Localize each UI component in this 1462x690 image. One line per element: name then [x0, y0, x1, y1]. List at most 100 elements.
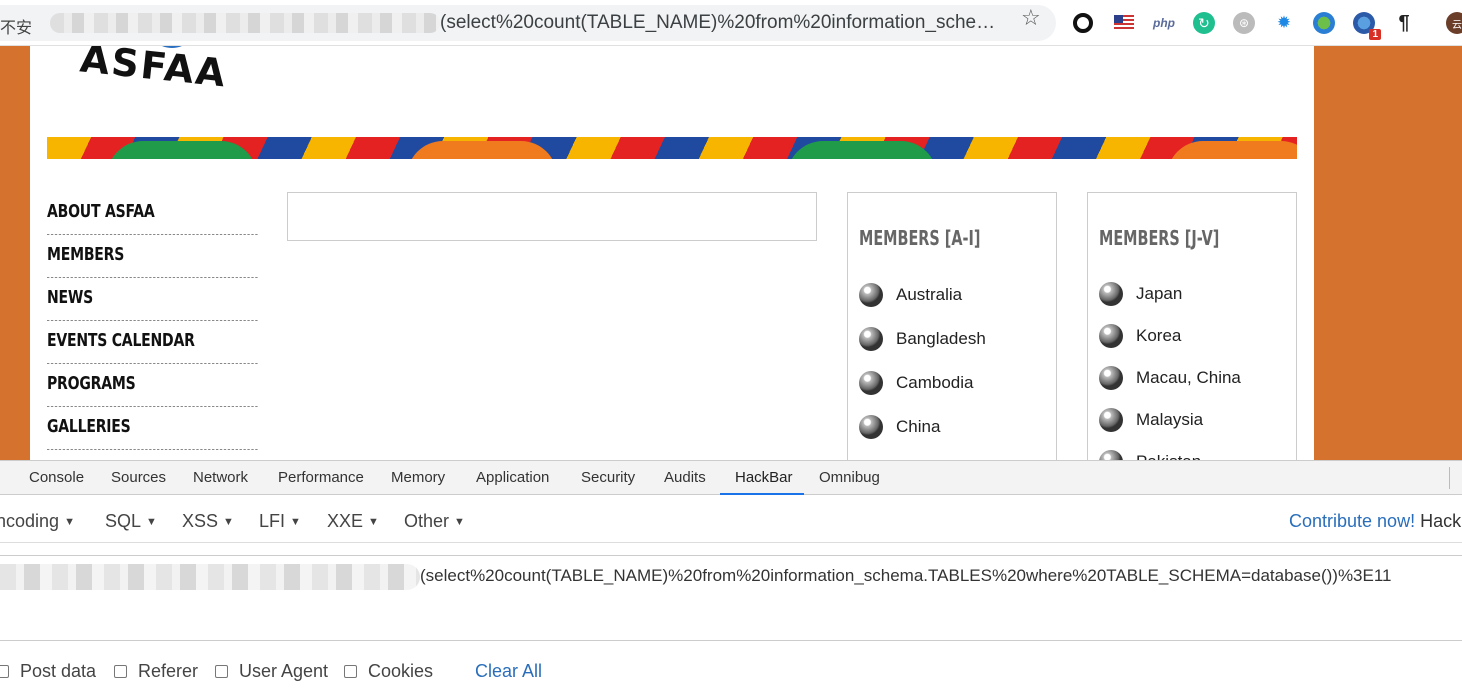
php-icon[interactable]: php [1153, 12, 1175, 34]
banner-arc [407, 141, 557, 159]
globe-icon [1099, 324, 1123, 348]
hackbar-brand: HackB [1420, 511, 1462, 531]
security-indicator[interactable]: 不安 [0, 14, 32, 38]
member-name: Australia [896, 285, 963, 304]
address-bar[interactable]: 不安 (select%20count(TABLE_NAME)%20from%20… [0, 5, 1056, 41]
banner-arc [1167, 141, 1297, 159]
member-link[interactable]: Japan [1099, 282, 1182, 306]
member-name: Bangladesh [896, 329, 986, 348]
members-a-i-panel: MEMBERS [A-I] Australia Bangladesh Cambo… [847, 192, 1057, 460]
tab-security[interactable]: Security [571, 461, 645, 495]
checkbox[interactable] [344, 665, 357, 678]
checkbox[interactable] [0, 665, 9, 678]
member-link[interactable]: China [859, 415, 940, 439]
tab-audits[interactable]: Audits [654, 461, 716, 495]
tab-sources[interactable]: Sources [101, 461, 176, 495]
xss-menu[interactable]: XSS ▼ [182, 511, 234, 532]
hackbar-url-field[interactable]: (select%20count(TABLE_NAME)%20from%20inf… [0, 555, 1462, 641]
contribute-area: Contribute now! HackB [1289, 511, 1462, 532]
chevron-down-icon: ▼ [64, 516, 75, 528]
earth-icon[interactable] [1313, 12, 1335, 34]
decorative-banner [47, 137, 1297, 159]
webpage: ASFAA ABOUT ASFAA MEMBERS NEWS EVENTS CA… [0, 46, 1462, 460]
tab-omnibug[interactable]: Omnibug [809, 461, 890, 495]
browser-toolbar: 不安 (select%20count(TABLE_NAME)%20from%20… [0, 0, 1462, 46]
cookies-label: Cookies [368, 661, 434, 681]
devtools-tabs: Console Sources Network Performance Memo… [0, 461, 1462, 495]
nav-item-programs[interactable]: PROGRAMS [47, 364, 258, 407]
member-link[interactable]: Cambodia [859, 371, 974, 395]
xxe-menu[interactable]: XXE ▼ [327, 511, 379, 532]
main-nav: ABOUT ASFAA MEMBERS NEWS EVENTS CALENDAR… [47, 192, 258, 450]
encoding-menu[interactable]: ncoding ▼ [0, 511, 75, 532]
member-name: Cambodia [896, 373, 974, 392]
tabs-divider [1449, 467, 1450, 489]
member-link[interactable]: Pakistan [1099, 450, 1201, 460]
member-name: Pakistan [1136, 452, 1201, 460]
referer-label: Referer [138, 661, 199, 681]
member-name: China [896, 417, 941, 436]
checkbox[interactable] [215, 665, 228, 678]
chevron-down-icon: ▼ [146, 516, 157, 528]
globe-badge-icon[interactable]: 1 [1353, 12, 1381, 40]
nav-item-news[interactable]: NEWS [47, 278, 258, 321]
post-data-label: Post data [20, 661, 97, 681]
tab-application[interactable]: Application [466, 461, 559, 495]
hackbar-options: Post data Referer User Agent Cookies Cle… [0, 661, 1462, 685]
other-menu[interactable]: Other ▼ [404, 511, 465, 532]
content-search-box[interactable] [287, 192, 817, 241]
asfaa-logo[interactable]: ASFAA [75, 46, 265, 92]
tab-hackbar[interactable]: HackBar [720, 461, 804, 495]
chevron-down-icon: ▼ [454, 516, 465, 528]
tab-console[interactable]: Console [19, 461, 94, 495]
hackbar-toolbar: ncoding ▼ SQL ▼ XSS ▼ LFI ▼ XXE ▼ Other ▼ Cont… [0, 501, 1462, 543]
xss-menu-label: XSS [182, 511, 219, 531]
xxe-menu-label: XXE [327, 511, 364, 531]
gray-globe-icon[interactable]: ⊛ [1233, 12, 1255, 34]
avatar-icon[interactable]: 云 [1446, 12, 1462, 34]
user-agent-checkbox[interactable]: User Agent [215, 661, 328, 682]
extension-badge: 1 [1369, 29, 1381, 40]
post-data-checkbox[interactable]: Post data [0, 661, 96, 682]
bookmark-star-icon[interactable]: ☆ [1021, 5, 1041, 31]
tab-memory[interactable]: Memory [381, 461, 455, 495]
cookies-checkbox[interactable]: Cookies [344, 661, 433, 682]
chevron-down-icon: ▼ [290, 516, 301, 528]
globe-icon [859, 415, 883, 439]
other-menu-label: Other [404, 511, 450, 531]
member-link[interactable]: Macau, China [1099, 366, 1241, 390]
nav-item-members[interactable]: MEMBERS [47, 235, 258, 278]
member-link[interactable]: Australia [859, 283, 962, 307]
nav-item-events[interactable]: EVENTS CALENDAR [47, 321, 258, 364]
hackbar-url-text[interactable]: (select%20count(TABLE_NAME)%20from%20inf… [420, 566, 1392, 586]
clear-all-link[interactable]: Clear All [475, 661, 542, 682]
redacted-url-segment [0, 564, 420, 590]
member-link[interactable]: Malaysia [1099, 408, 1203, 432]
pilcrow-icon[interactable]: ¶ [1393, 12, 1415, 34]
members-a-i-title: MEMBERS [A-I] [859, 226, 981, 250]
globe-icon [859, 283, 883, 307]
nav-item-about[interactable]: ABOUT ASFAA [47, 192, 258, 235]
member-link[interactable]: Bangladesh [859, 327, 986, 351]
banner-arc [107, 141, 257, 159]
lfi-menu-label: LFI [259, 511, 286, 531]
chevron-down-icon: ▼ [368, 516, 379, 528]
record-icon[interactable] [1072, 12, 1094, 34]
member-link[interactable]: Korea [1099, 324, 1181, 348]
checkbox[interactable] [114, 665, 127, 678]
sql-menu[interactable]: SQL ▼ [105, 511, 157, 532]
bug-icon[interactable]: ✹ [1273, 12, 1295, 34]
nav-item-galleries[interactable]: GALLERIES [47, 407, 258, 450]
contribute-link[interactable]: Contribute now! [1289, 511, 1415, 531]
refresh-green-icon[interactable]: ↻ [1193, 12, 1215, 34]
redacted-url-segment [50, 13, 440, 33]
lfi-menu[interactable]: LFI ▼ [259, 511, 301, 532]
globe-icon [1099, 408, 1123, 432]
members-j-v-title: MEMBERS [J-V] [1099, 226, 1220, 250]
tab-network[interactable]: Network [183, 461, 258, 495]
referer-checkbox[interactable]: Referer [114, 661, 198, 682]
address-bar-url[interactable]: (select%20count(TABLE_NAME)%20from%20inf… [440, 12, 1010, 34]
globe-icon [859, 371, 883, 395]
tab-performance[interactable]: Performance [268, 461, 374, 495]
us-flag-icon[interactable] [1113, 12, 1135, 34]
